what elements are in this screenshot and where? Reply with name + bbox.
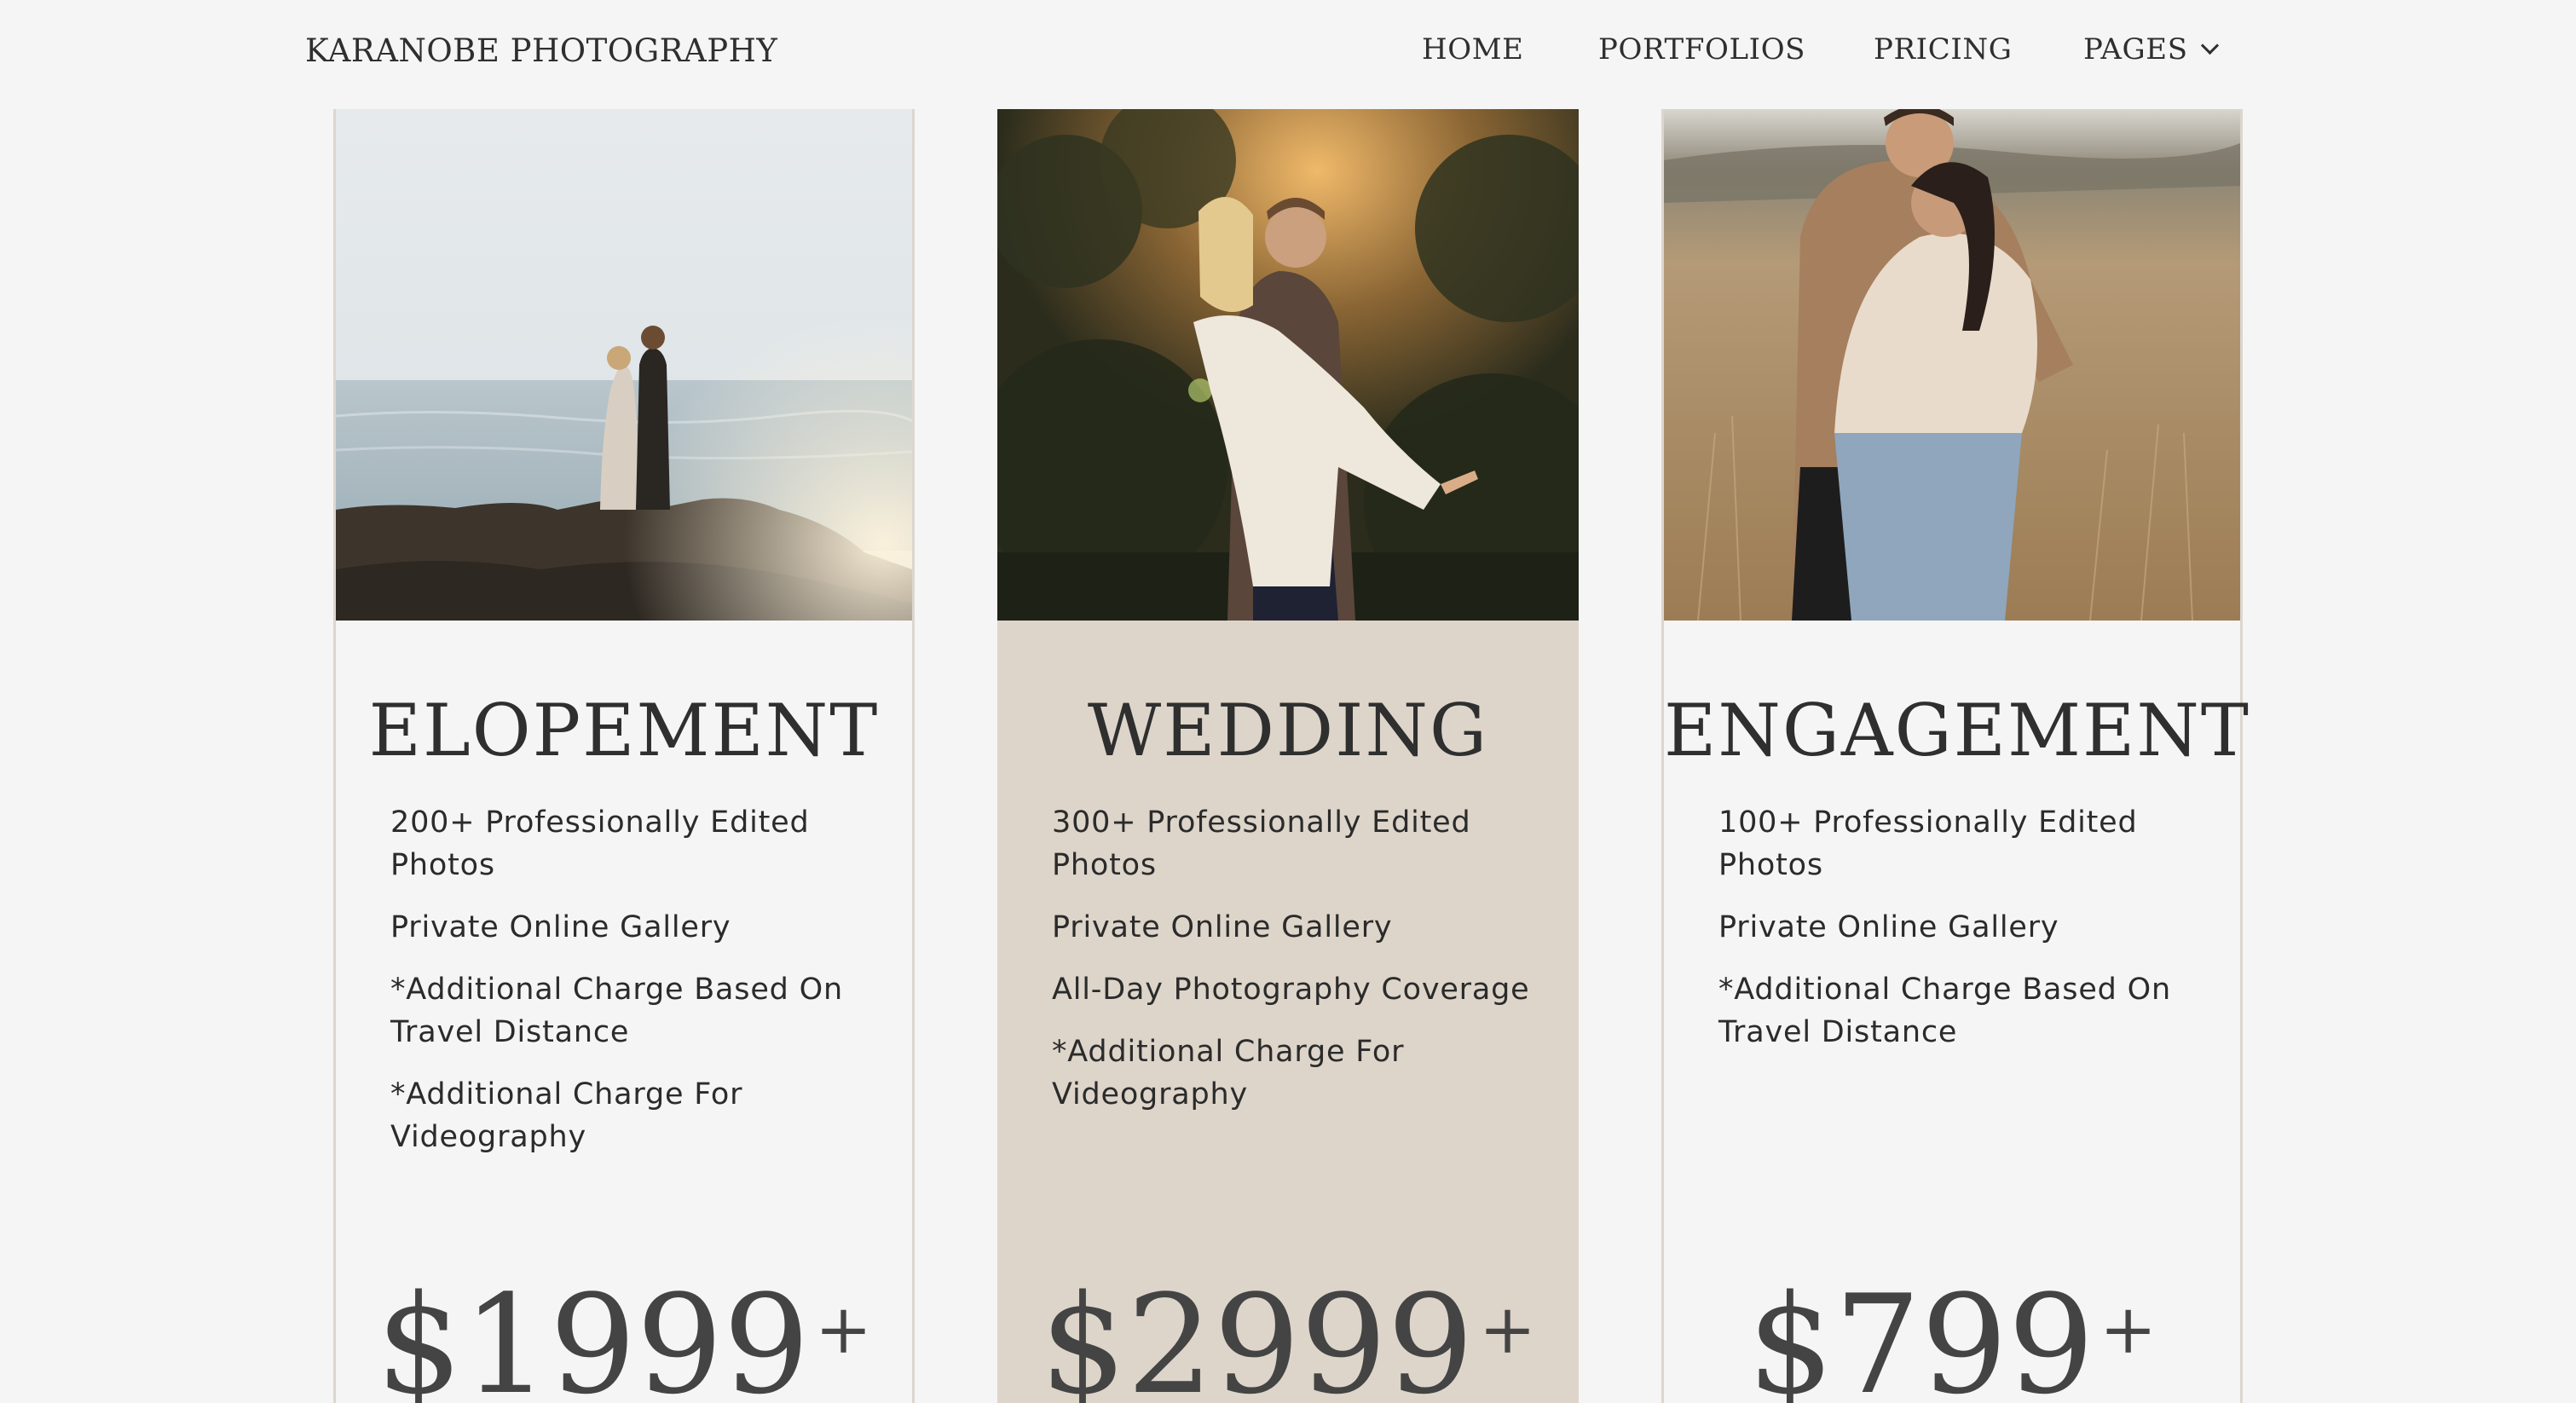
- price-plus: +: [814, 1290, 872, 1369]
- feature-item: 200+ Professionally Edited Photos: [390, 805, 810, 882]
- package-title: WEDDING: [1087, 689, 1489, 772]
- package-card-wedding: WEDDING 300+ Professionally Edited Photo…: [997, 109, 1579, 1403]
- feature-list: 100+ Professionally Edited Photos Privat…: [1718, 801, 2206, 1073]
- wedding-photo: [997, 109, 1579, 621]
- feature-item: 100+ Professionally Edited Photos: [1718, 805, 2138, 882]
- feature-list: 200+ Professionally Edited Photos Privat…: [390, 801, 878, 1178]
- package-price: $1999+: [336, 1268, 912, 1403]
- feature-list: 300+ Professionally Edited Photos Privat…: [1052, 801, 1545, 1135]
- feature-item: All-Day Photography Coverage: [1052, 973, 1530, 1007]
- package-card-engagement: ENGAGEMENT 100+ Professionally Edited Ph…: [1661, 109, 2250, 1403]
- brand-logo[interactable]: KARANOBE PHOTOGRAPHY: [305, 32, 777, 69]
- feature-item: 300+ Professionally Edited Photos: [1052, 805, 1471, 882]
- price-amount: $799: [1747, 1265, 2095, 1403]
- price-amount: $1999: [375, 1265, 810, 1403]
- feature-item: Private Online Gallery: [1052, 910, 1393, 944]
- nav-pages[interactable]: PAGES: [2083, 32, 2219, 66]
- pricing-page: KARANOBE PHOTOGRAPHY HOME PORTFOLIOS PRI…: [0, 0, 2576, 1403]
- nav-portfolios[interactable]: PORTFOLIOS: [1598, 32, 1805, 66]
- price-plus: +: [2099, 1290, 2157, 1369]
- nav-pricing[interactable]: PRICING: [1874, 32, 2012, 66]
- price-amount: $2999: [1039, 1265, 1474, 1403]
- chevron-down-icon: [2200, 36, 2219, 55]
- package-card-elopement: ELOPEMENT 200+ Professionally Edited Pho…: [333, 109, 915, 1403]
- package-title: ENGAGEMENT: [1664, 689, 2250, 772]
- feature-item: Private Online Gallery: [1718, 910, 2059, 944]
- elopement-photo: [336, 109, 912, 621]
- nav-home[interactable]: HOME: [1422, 32, 1524, 66]
- feature-item: *Additional Charge For Videography: [390, 1077, 743, 1154]
- package-price: $799+: [1664, 1268, 2240, 1403]
- nav-pages-label: PAGES: [2083, 32, 2188, 66]
- feature-item: *Additional Charge For Videography: [1052, 1035, 1405, 1111]
- engagement-photo: [1664, 109, 2240, 621]
- package-title: ELOPEMENT: [368, 689, 880, 772]
- feature-item: *Additional Charge Based On Travel Dista…: [390, 973, 843, 1049]
- feature-item: *Additional Charge Based On Travel Dista…: [1718, 973, 2171, 1049]
- package-price: $2999+: [997, 1268, 1579, 1403]
- site-header: KARANOBE PHOTOGRAPHY HOME PORTFOLIOS PRI…: [0, 0, 2576, 109]
- price-plus: +: [1478, 1290, 1536, 1369]
- feature-item: Private Online Gallery: [390, 910, 731, 944]
